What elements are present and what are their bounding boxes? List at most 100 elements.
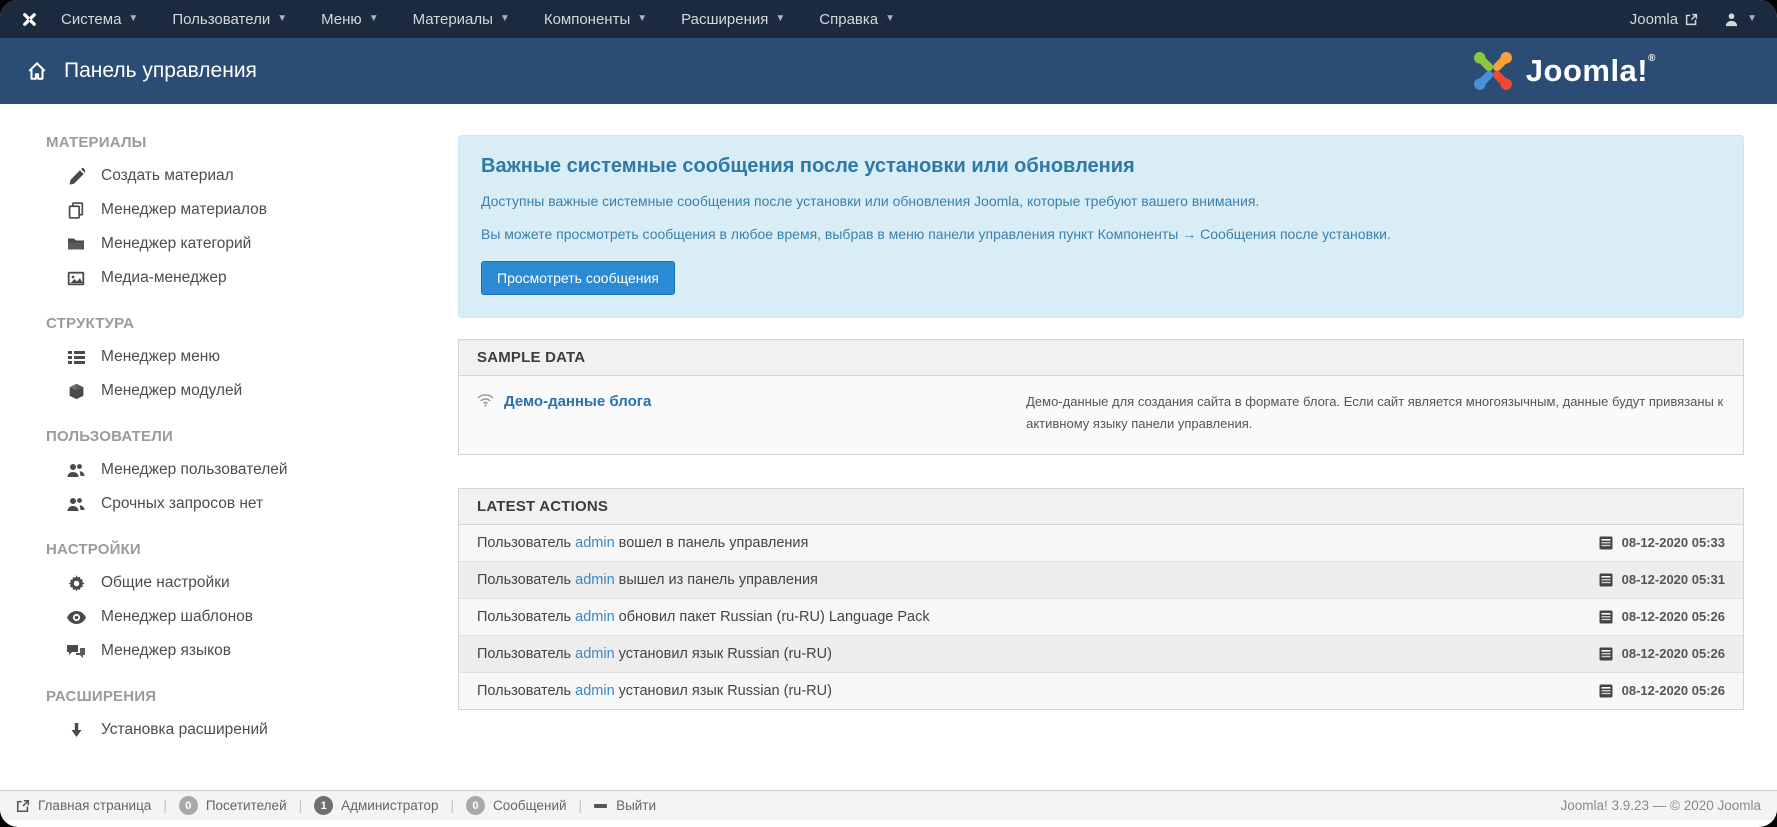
sidebar-item-privacy-requests[interactable]: Срочных запросов нет bbox=[46, 487, 458, 521]
sidebar-section-title: НАСТРОЙКИ bbox=[46, 541, 458, 558]
menu-label: Меню bbox=[321, 11, 362, 28]
joomla-logo: Joomla!® bbox=[1470, 48, 1656, 94]
menu-system[interactable]: Система▼ bbox=[61, 11, 138, 28]
user-link[interactable]: admin bbox=[575, 535, 615, 551]
view-site-link[interactable]: Joomla bbox=[1630, 11, 1698, 28]
sidebar-item-template-manager[interactable]: Менеджер шаблонов bbox=[46, 600, 458, 634]
sidebar-item-global-configuration[interactable]: Общие настройки bbox=[46, 566, 458, 600]
action-text: Пользователь admin вышел из панель управ… bbox=[477, 572, 818, 588]
sample-data-row: Демо-данные блога Демо-данные для создан… bbox=[459, 376, 1743, 454]
main-content: Важные системные сообщения после установ… bbox=[458, 104, 1777, 827]
sidebar-item-install-extensions[interactable]: Установка расширений bbox=[46, 713, 458, 747]
latest-actions-list: Пользователь admin вошел в панель управл… bbox=[459, 525, 1743, 709]
chevron-down-icon: ▼ bbox=[885, 14, 895, 24]
review-messages-button[interactable]: Просмотреть сообщения bbox=[481, 261, 675, 295]
sidebar-item-category-manager[interactable]: Менеджер категорий bbox=[46, 227, 458, 261]
registered-mark: ® bbox=[1648, 53, 1656, 64]
menu-extensions[interactable]: Расширения▼ bbox=[681, 11, 785, 28]
joomla-knot-icon[interactable] bbox=[20, 10, 39, 29]
visitors-count-badge: 0 bbox=[179, 796, 198, 815]
user-link[interactable]: admin bbox=[575, 572, 615, 588]
menu-label: Справка bbox=[819, 11, 878, 28]
sidebar-item-language-manager[interactable]: Менеджер языков bbox=[46, 634, 458, 668]
image-icon bbox=[66, 271, 86, 286]
sidebar-item-label: Менеджер языков bbox=[101, 642, 231, 660]
chevron-down-icon: ▼ bbox=[637, 14, 647, 24]
latest-actions-panel-title: LATEST ACTIONS bbox=[459, 489, 1743, 525]
admins-status[interactable]: 1 Администратор bbox=[314, 796, 438, 815]
user-menu[interactable]: ▼ bbox=[1724, 12, 1757, 27]
users-icon bbox=[66, 463, 86, 478]
action-text: Пользователь admin установил язык Russia… bbox=[477, 683, 832, 699]
users-icon bbox=[66, 497, 86, 512]
action-log-row: Пользователь admin вошел в панель управл… bbox=[459, 525, 1743, 561]
wifi-icon bbox=[477, 393, 494, 407]
cube-icon bbox=[66, 383, 86, 400]
menu-help[interactable]: Справка ▼ bbox=[819, 11, 895, 28]
action-timestamp: 08-12-2020 05:33 bbox=[1599, 535, 1725, 550]
sidebar-section-title: СТРУКТУРА bbox=[46, 315, 458, 332]
sidebar-section-extensions: РАСШИРЕНИЯ Установка расширений bbox=[46, 688, 458, 747]
status-bar: Главная страница | 0 Посетителей | 1 Адм… bbox=[0, 790, 1777, 820]
chevron-down-icon: ▼ bbox=[500, 14, 510, 24]
sidebar-item-media-manager[interactable]: Медиа-менеджер bbox=[46, 261, 458, 295]
sidebar-item-article-manager[interactable]: Менеджер материалов bbox=[46, 193, 458, 227]
user-link[interactable]: admin bbox=[575, 683, 615, 699]
calendar-icon bbox=[1599, 536, 1613, 550]
visitors-status[interactable]: 0 Посетителей bbox=[179, 796, 287, 815]
menu-components[interactable]: Компоненты ▼ bbox=[544, 11, 647, 28]
sidebar-item-menu-manager[interactable]: Менеджер меню bbox=[46, 340, 458, 374]
sidebar-section-title: ПОЛЬЗОВАТЕЛИ bbox=[46, 428, 458, 445]
action-timestamp: 08-12-2020 05:26 bbox=[1599, 646, 1725, 661]
joomla-logo-icon bbox=[1470, 48, 1516, 94]
external-link-icon bbox=[1685, 13, 1698, 26]
page-title-text: Панель управления bbox=[64, 59, 257, 83]
postinstall-alert: Важные системные сообщения после установ… bbox=[458, 135, 1744, 318]
divider: | bbox=[299, 798, 303, 813]
sidebar-item-new-article[interactable]: Создать материал bbox=[46, 159, 458, 193]
messages-status[interactable]: 0 Сообщений bbox=[466, 796, 567, 815]
joomla-admin-window: Система▼ Пользователи▼ Меню▼ Материалы▼ … bbox=[0, 0, 1777, 827]
menu-label: Компоненты bbox=[544, 11, 630, 28]
calendar-icon bbox=[1599, 573, 1613, 587]
sidebar-item-module-manager[interactable]: Менеджер модулей bbox=[46, 374, 458, 408]
menu-label: Пользователи bbox=[172, 11, 270, 28]
divider: | bbox=[451, 798, 455, 813]
sidebar-section-content: МАТЕРИАЛЫ Создать материал Менеджер мате… bbox=[46, 134, 458, 295]
sidebar-item-label: Установка расширений bbox=[101, 721, 268, 739]
calendar-icon bbox=[1599, 647, 1613, 661]
admins-count-badge: 1 bbox=[314, 796, 333, 815]
menu-label: Материалы bbox=[413, 11, 493, 28]
joomla-logo-text: Joomla!® bbox=[1526, 53, 1656, 89]
action-text: Пользователь admin вошел в панель управл… bbox=[477, 535, 808, 551]
quick-icons-sidebar: МАТЕРИАЛЫ Создать материал Менеджер мате… bbox=[0, 104, 458, 827]
site-link-label: Joomla bbox=[1630, 11, 1678, 28]
divider: | bbox=[579, 798, 583, 813]
menu-content[interactable]: Материалы ▼ bbox=[413, 11, 510, 28]
sidebar-item-label: Общие настройки bbox=[101, 574, 230, 592]
blog-sample-data-link[interactable]: Демо-данные блога bbox=[504, 393, 651, 410]
menu-menus[interactable]: Меню▼ bbox=[321, 11, 378, 28]
sidebar-item-label: Срочных запросов нет bbox=[101, 495, 263, 513]
user-link[interactable]: admin bbox=[575, 609, 615, 625]
sidebar-item-label: Создать материал bbox=[101, 167, 234, 185]
sidebar-section-configuration: НАСТРОЙКИ Общие настройки Менеджер шабло… bbox=[46, 541, 458, 668]
action-text: Пользователь admin установил язык Russia… bbox=[477, 646, 832, 662]
menu-label: Система bbox=[61, 11, 121, 28]
sidebar-item-user-manager[interactable]: Менеджер пользователей bbox=[46, 453, 458, 487]
action-timestamp: 08-12-2020 05:31 bbox=[1599, 572, 1725, 587]
sidebar-section-title: МАТЕРИАЛЫ bbox=[46, 134, 458, 151]
logout-link[interactable]: Выйти bbox=[594, 798, 656, 813]
latest-actions-panel: LATEST ACTIONS Пользователь admin вошел … bbox=[458, 488, 1744, 710]
menu-users[interactable]: Пользователи▼ bbox=[172, 11, 287, 28]
action-text: Пользователь admin обновил пакет Russian… bbox=[477, 609, 930, 625]
eye-icon bbox=[66, 611, 86, 624]
sidebar-item-label: Менеджер пользователей bbox=[101, 461, 288, 479]
user-link[interactable]: admin bbox=[575, 646, 615, 662]
chevron-down-icon: ▼ bbox=[1747, 14, 1757, 24]
calendar-icon bbox=[1599, 610, 1613, 624]
sidebar-item-label: Менеджер материалов bbox=[101, 201, 267, 219]
logout-icon bbox=[594, 803, 608, 809]
sidebar-item-label: Менеджер меню bbox=[101, 348, 220, 366]
view-site-footer-link[interactable]: Главная страница bbox=[16, 798, 151, 813]
